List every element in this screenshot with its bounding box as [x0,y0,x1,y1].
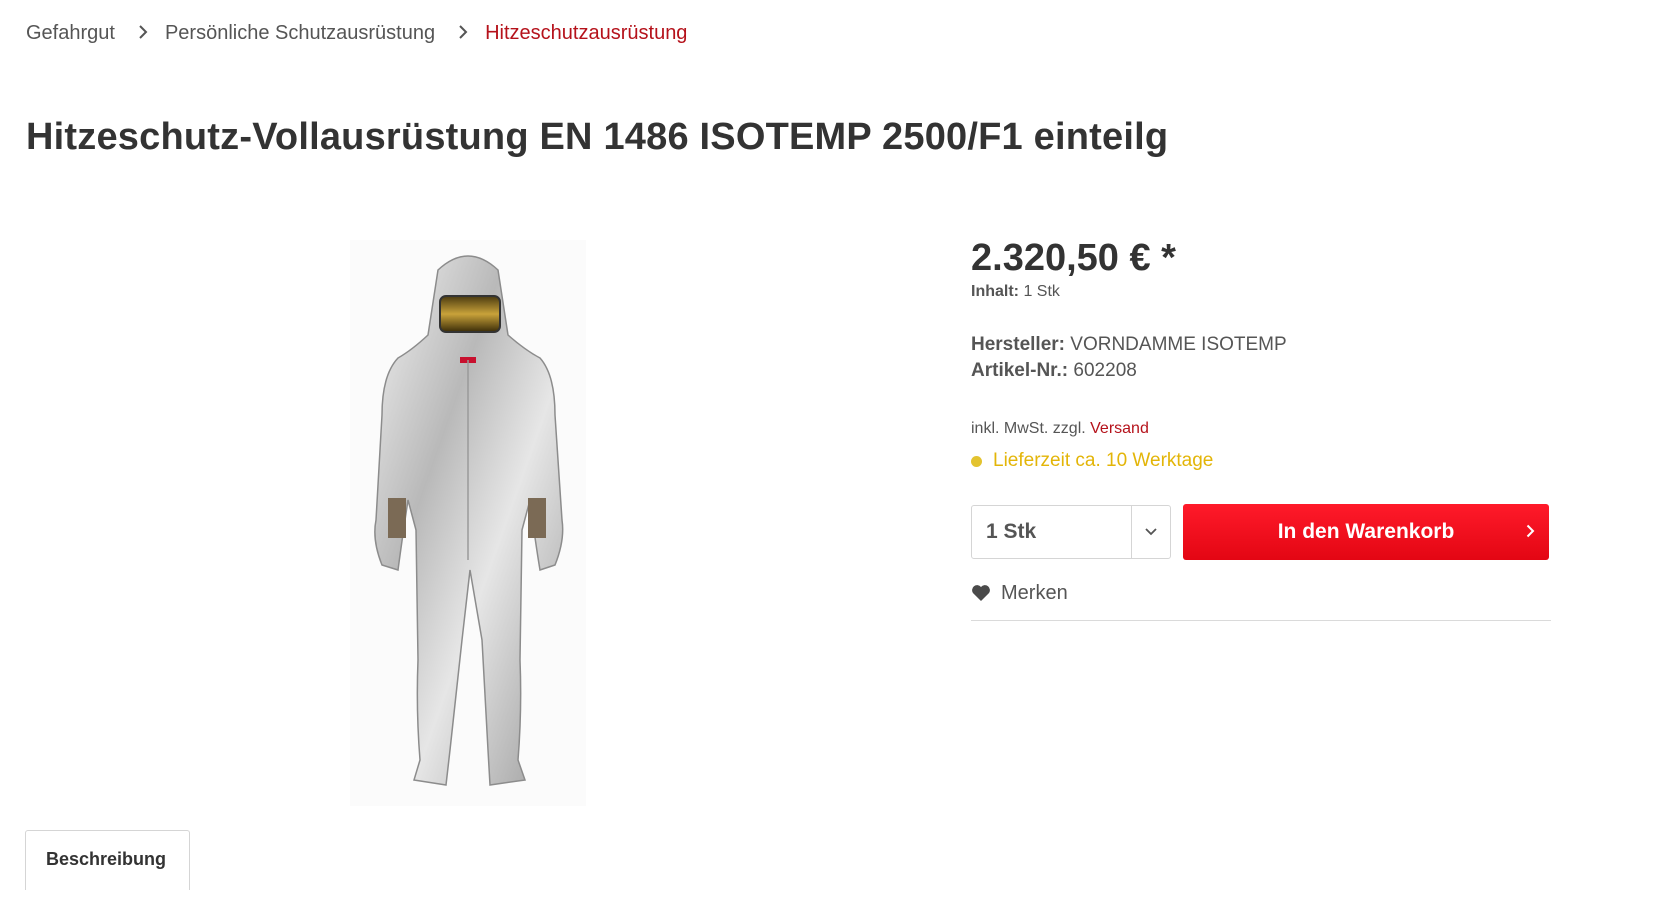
product-title: Hitzeschutz-Vollausrüstung EN 1486 ISOTE… [26,116,1169,158]
wishlist-button[interactable]: Merken [971,580,1551,606]
manufacturer-row: Hersteller: VORNDAMME ISOTEMP [971,332,1551,358]
delivery-status: Lieferzeit ca. 10 Werktage [971,448,1551,474]
article-number-row: Artikel-Nr.: 602208 [971,358,1551,384]
add-to-cart-label: In den Warenkorb [1277,520,1455,543]
chevron-down-icon[interactable] [1131,506,1170,558]
content-value: 1 Stk [1023,283,1060,300]
heart-icon [972,585,990,601]
divider [971,620,1551,621]
product-image[interactable] [350,240,586,806]
breadcrumb: Gefahrgut Persönliche Schutzausrüstung H… [26,18,687,48]
delivery-status-dot-icon [971,455,982,467]
buy-box: 2.320,50 € * Inhalt: 1 Stk Hersteller: V… [971,232,1551,621]
add-to-cart-row: 1 Stk In den Warenkorb [971,504,1551,560]
delivery-text: Lieferzeit ca. 10 Werktage [993,450,1214,471]
chevron-right-icon [129,20,157,46]
add-to-cart-button[interactable]: In den Warenkorb [1183,504,1549,560]
product-meta: Hersteller: VORNDAMME ISOTEMP Artikel-Nr… [971,332,1551,384]
manufacturer-value: VORNDAMME ISOTEMP [1070,334,1287,355]
breadcrumb-item-gefahrgut[interactable]: Gefahrgut [26,22,115,45]
tax-info: inkl. MwSt. zzgl. Versand [971,416,1551,442]
tax-text: inkl. MwSt. zzgl. [971,420,1086,437]
breadcrumb-item-hitzeschutz[interactable]: Hitzeschutzausrüstung [485,22,687,45]
manufacturer-label: Hersteller: [971,334,1065,355]
heat-suit-illustration [374,255,564,786]
quantity-select[interactable]: 1 Stk [971,505,1171,559]
chevron-right-icon [1526,520,1535,544]
content-label: Inhalt: [971,283,1019,300]
product-content: Inhalt: 1 Stk [971,280,1551,304]
article-number-label: Artikel-Nr.: [971,360,1069,381]
quantity-value: 1 Stk [986,520,1037,543]
product-price: 2.320,50 € * [971,237,1176,279]
breadcrumb-item-schutzausruestung[interactable]: Persönliche Schutzausrüstung [165,22,435,45]
tab-description[interactable]: Beschreibung [25,830,190,890]
chevron-right-icon [449,20,477,46]
shipping-link[interactable]: Versand [1090,420,1149,437]
wishlist-label: Merken [1001,581,1068,604]
article-number-value: 602208 [1073,360,1137,381]
